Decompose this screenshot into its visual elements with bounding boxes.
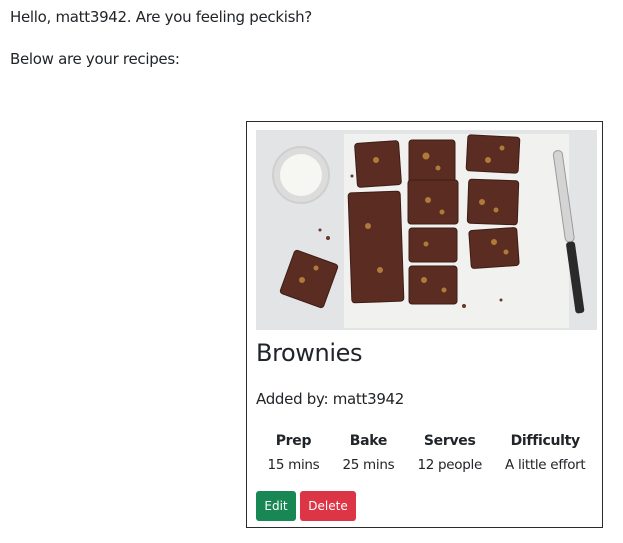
- stat-serves: Serves 12 people: [417, 433, 482, 473]
- recipe-actions: Edit Delete: [256, 491, 356, 521]
- stat-label: Prep: [275, 433, 312, 449]
- stat-label: Serves: [423, 433, 476, 449]
- recipes-intro-text: Below are your recipes:: [10, 50, 180, 68]
- added-by-username: matt3942: [332, 390, 405, 408]
- recipe-card: Brownies Added by: matt3942 Prep 15 mins…: [246, 121, 603, 528]
- stat-bake: Bake 25 mins: [342, 433, 394, 473]
- brownies-image: [256, 130, 597, 330]
- recipe-stats: Prep 15 mins Bake 25 mins Serves 12 peop…: [256, 433, 597, 473]
- recipe-photo: [256, 130, 597, 330]
- stat-value: 12 people: [417, 457, 482, 473]
- added-by-text: Added by: matt3942: [256, 390, 404, 408]
- delete-button[interactable]: Delete: [300, 491, 356, 521]
- stat-value: A little effort: [505, 457, 586, 473]
- greeting-text: Hello, matt3942. Are you feeling peckish…: [10, 8, 312, 26]
- stat-difficulty: Difficulty A little effort: [505, 433, 586, 473]
- added-by-label: Added by:: [256, 390, 333, 408]
- stat-label: Difficulty: [510, 433, 581, 449]
- stat-value: 25 mins: [342, 457, 395, 473]
- stat-value: 15 mins: [267, 457, 320, 473]
- edit-button[interactable]: Edit: [256, 491, 296, 521]
- stat-label: Bake: [349, 433, 388, 449]
- stat-prep: Prep 15 mins: [268, 433, 320, 473]
- recipe-title: Brownies: [256, 339, 363, 367]
